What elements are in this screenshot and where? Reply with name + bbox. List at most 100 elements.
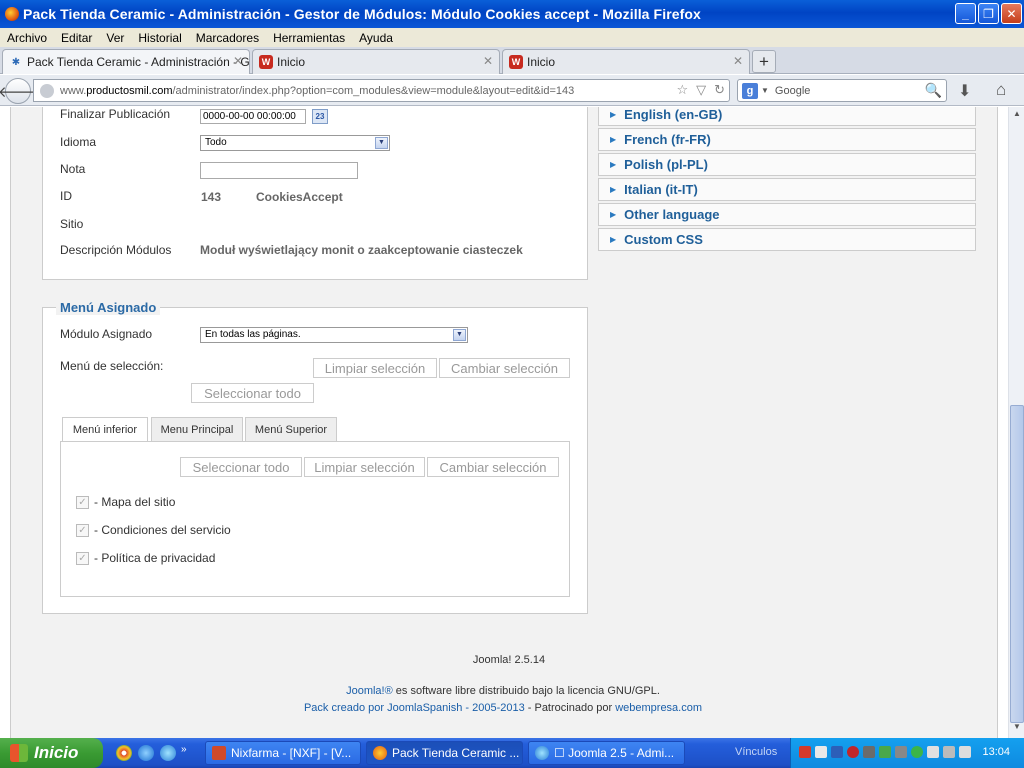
history-dropdown-icon[interactable]: ▽ <box>696 82 706 98</box>
vinculos-toolbar[interactable]: Vínculos <box>735 746 777 758</box>
url-bar[interactable]: www. productosmil.com/administrator/index… <box>33 79 730 102</box>
menu-ayuda[interactable]: Ayuda <box>359 31 393 45</box>
seleccionar-todo-button[interactable]: Seleccionar todo <box>191 383 314 403</box>
tray-volume-icon[interactable] <box>927 746 939 758</box>
checkbox[interactable]: ✓ <box>76 495 89 509</box>
menu-item-checkbox-row[interactable]: ✓ - Condiciones del servicio <box>76 523 231 537</box>
joomla-icon: ✱ <box>11 56 21 68</box>
accordion-item-english[interactable]: ▶ English (en-GB) <box>598 107 976 126</box>
cambiar-seleccion-button[interactable]: Cambiar selección <box>439 358 570 378</box>
tray-network-icon[interactable] <box>815 746 827 758</box>
minimize-button[interactable]: _ <box>955 3 976 24</box>
browser-tab-inicio-2[interactable]: W Inicio ✕ <box>502 49 750 74</box>
modulo-asignado-select[interactable]: En todas las páginas. ▼ <box>200 327 468 343</box>
accordion-item-other-language[interactable]: ▶ Other language <box>598 203 976 226</box>
tray-app-icon[interactable] <box>799 746 811 758</box>
tab-menu-superior[interactable]: Menú Superior <box>245 417 337 442</box>
home-icon[interactable]: ⌂ <box>996 80 1006 100</box>
joomlaspanish-link[interactable]: Pack creado por JoomlaSpanish - 2005-201… <box>304 702 525 714</box>
menu-ver[interactable]: Ver <box>106 31 124 45</box>
accordion-item-custom-css[interactable]: ▶ Custom CSS <box>598 228 976 251</box>
menu-archivo[interactable]: Archivo <box>7 31 47 45</box>
tray-misc-icon[interactable] <box>959 746 971 758</box>
triangle-right-icon: ▶ <box>610 235 617 244</box>
scrollbar-thumb[interactable] <box>1010 405 1024 723</box>
ie-alt-icon[interactable] <box>160 745 176 761</box>
browser-tab-inicio-1[interactable]: W Inicio ✕ <box>252 49 500 74</box>
close-tab-icon[interactable]: ✕ <box>733 54 743 68</box>
search-icon[interactable]: 🔍 <box>925 82 942 99</box>
taskbar-task-joomla-ie[interactable]: ☐ Joomla 2.5 - Admi... <box>528 741 685 765</box>
finalizar-date-input[interactable]: 0000-00-00 00:00:00 <box>200 109 306 124</box>
bookmark-star-icon[interactable]: ☆ <box>676 82 688 98</box>
tray-display-icon[interactable] <box>943 746 955 758</box>
tray-clock[interactable]: 13:04 <box>982 746 1010 758</box>
triangle-right-icon: ▶ <box>610 160 617 169</box>
site-identity-icon[interactable] <box>40 83 54 98</box>
tab-cambiar-seleccion-button[interactable]: Cambiar selección <box>427 457 559 477</box>
downloads-icon[interactable]: ⬇ <box>958 81 971 101</box>
tab-limpiar-seleccion-button[interactable]: Limpiar selección <box>304 457 425 477</box>
accordion-item-french[interactable]: ▶ French (fr-FR) <box>598 128 976 151</box>
close-window-button[interactable]: ✕ <box>1001 3 1022 24</box>
browser-tab-admin[interactable]: ✱ Pack Tienda Ceramic - Administración -… <box>2 49 250 74</box>
checkbox[interactable]: ✓ <box>76 523 89 537</box>
task-label: Pack Tienda Ceramic ... <box>392 746 520 760</box>
accordion-item-polish[interactable]: ▶ Polish (pl-PL) <box>598 153 976 176</box>
scroll-up-icon[interactable]: ▲ <box>1011 109 1023 123</box>
nota-label: Nota <box>60 162 86 176</box>
limpiar-seleccion-button[interactable]: Limpiar selección <box>313 358 437 378</box>
close-tab-icon[interactable]: ✕ <box>483 54 493 68</box>
menu-item-checkbox-row[interactable]: ✓ - Política de privacidad <box>76 551 215 565</box>
page-scrollbar[interactable]: ▲ ▼ <box>1008 107 1024 738</box>
idioma-select[interactable]: Todo ▼ <box>200 135 390 151</box>
checkbox[interactable]: ✓ <box>76 551 89 565</box>
tab-menu-principal[interactable]: Menu Principal <box>151 417 243 442</box>
menu-historial[interactable]: Historial <box>138 31 181 45</box>
taskbar-task-firefox[interactable]: Pack Tienda Ceramic ... <box>366 741 523 765</box>
accordion-label: Other language <box>624 207 720 222</box>
chrome-icon[interactable] <box>116 745 132 761</box>
tab-seleccionar-todo-button[interactable]: Seleccionar todo <box>180 457 302 477</box>
quicklaunch-expand-icon[interactable]: » <box>181 744 193 760</box>
maximize-button[interactable]: ❐ <box>978 3 999 24</box>
menu-item-checkbox-row[interactable]: ✓ - Mapa del sitio <box>76 495 175 509</box>
engine-dropdown-icon[interactable]: ▼ <box>761 86 769 95</box>
idioma-label: Idioma <box>60 135 97 149</box>
menu-marcadores[interactable]: Marcadores <box>196 31 259 45</box>
url-path: /administrator/index.php?option=com_modu… <box>172 84 575 97</box>
tray-info-icon[interactable] <box>911 746 923 758</box>
start-button[interactable]: Inicio <box>0 738 103 768</box>
chevron-down-icon: ▼ <box>375 137 388 149</box>
tray-update-icon[interactable] <box>879 746 891 758</box>
nota-input[interactable] <box>200 162 358 179</box>
system-tray: 13:04 <box>790 738 1024 768</box>
nixfarma-icon <box>212 746 226 760</box>
tray-tool-icon[interactable] <box>895 746 907 758</box>
search-bar[interactable]: g ▼ Google 🔍 <box>737 79 947 102</box>
tray-search-icon[interactable] <box>831 746 843 758</box>
tab-label: Inicio <box>277 55 306 69</box>
accordion-label: Italian (it-IT) <box>624 182 698 197</box>
url-host: productosmil.com <box>86 84 173 97</box>
new-tab-button[interactable]: + <box>752 50 776 73</box>
menu-editar[interactable]: Editar <box>61 31 92 45</box>
tray-antivirus-icon[interactable] <box>847 746 859 758</box>
close-tab-icon[interactable]: ✕ <box>233 54 243 68</box>
google-icon[interactable]: g <box>742 82 758 99</box>
triangle-right-icon: ▶ <box>610 210 617 219</box>
triangle-right-icon: ▶ <box>610 110 617 119</box>
scroll-down-icon[interactable]: ▼ <box>1011 722 1023 736</box>
tray-process-icon[interactable] <box>863 746 875 758</box>
calendar-icon[interactable]: 23 <box>312 109 328 124</box>
accordion-item-italian[interactable]: ▶ Italian (it-IT) <box>598 178 976 201</box>
reload-icon[interactable]: ↻ <box>714 82 725 98</box>
tab-menu-inferior[interactable]: Menú inferior <box>62 417 148 443</box>
ie-icon[interactable] <box>138 745 154 761</box>
webempresa-link[interactable]: webempresa.com <box>615 702 702 714</box>
menu-herramientas[interactable]: Herramientas <box>273 31 345 45</box>
back-button[interactable]: 🡐 <box>0 78 38 104</box>
taskbar-task-nixfarma[interactable]: Nixfarma - [NXF] - [V... <box>205 741 361 765</box>
navigation-bar: 🡐 www. productosmil.com/administrator/ind… <box>0 75 1024 106</box>
joomla-link[interactable]: Joomla!® <box>346 685 393 697</box>
